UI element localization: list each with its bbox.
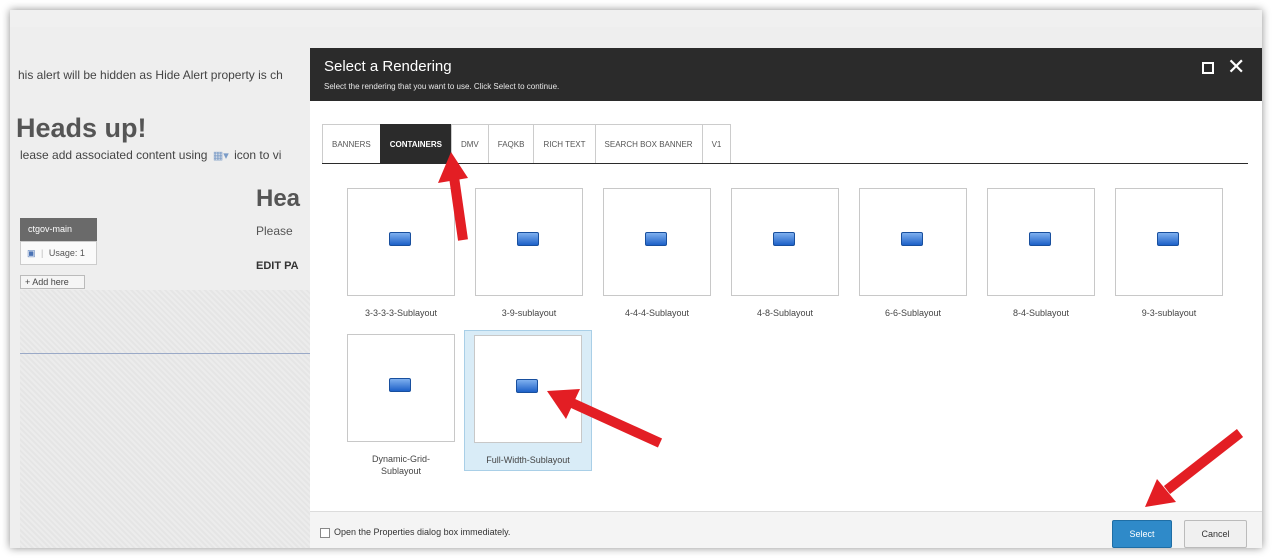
rendering-icon [516,379,538,393]
dialog-header: Select a Rendering Select the rendering … [310,48,1262,101]
rendering-thumbnail [475,188,583,296]
section-heading: Hea [256,185,301,212]
rendering-thumbnail [347,334,455,442]
edit-label: EDIT PA [256,260,299,272]
tab-banners[interactable]: BANNERS [322,124,380,164]
placeholder-divider [20,353,310,354]
placeholder-drop-area [20,290,310,548]
instruction-suffix: icon to vi [234,148,282,162]
rendering-icon [901,232,923,246]
rendering-icon [389,232,411,246]
rendering-thumbnail [347,188,455,296]
rendering-tile[interactable]: 3-3-3-3-Sublayout [343,188,459,319]
select-rendering-dialog: Select a Rendering Select the rendering … [310,48,1262,548]
rendering-icon [773,232,795,246]
tab-dmv[interactable]: DMV [450,124,488,164]
tab-containers[interactable]: CONTAINERS [379,124,451,164]
rendering-label: 6-6-Sublayout [884,308,942,318]
screenshot-frame: his alert will be hidden as Hide Alert p… [10,10,1262,548]
rendering-tile[interactable]: Dynamic-Grid-Sublayout [343,334,459,477]
dialog-subtitle: Select the rendering that you want to us… [324,82,560,91]
rendering-thumbnail [731,188,839,296]
instruction-prefix: lease add associated content using [20,148,208,162]
cancel-button[interactable]: Cancel [1184,520,1247,548]
rendering-icon [645,232,667,246]
rendering-label: 3-3-3-3-Sublayout [364,308,438,318]
rendering-tabs: BANNERS CONTAINERS DMV FAQKB RICH TEXT S… [322,124,732,164]
open-properties-label: Open the Properties dialog box immediate… [334,527,511,537]
rendering-label: 9-3-sublayout [1141,308,1197,318]
rendering-thumbnail [474,335,582,443]
tab-underline [322,163,1248,164]
rendering-tile[interactable]: 4-4-4-Sublayout [599,188,715,319]
rendering-tile[interactable]: 9-3-sublayout [1111,188,1227,319]
close-icon[interactable]: ✕ [1227,56,1245,78]
placeholder-chrome-toolbar: ▣ | Usage: 1 [20,241,97,265]
rendering-tile[interactable]: 4-8-Sublayout [727,188,843,319]
tab-rich-text[interactable]: RICH TEXT [533,124,595,164]
placeholder-chrome-title[interactable]: ctgov-main [20,218,97,241]
instruction-text: lease add associated content using ▦▾ ic… [20,148,281,162]
rendering-tile[interactable]: 6-6-Sublayout [855,188,971,319]
rendering-icon [1157,232,1179,246]
open-properties-checkbox[interactable] [320,528,330,538]
tab-search-box-banner[interactable]: SEARCH BOX BANNER [594,124,702,164]
maximize-icon[interactable] [1202,62,1214,74]
add-here-button[interactable]: + Add here [20,275,85,289]
rendering-icon [1029,232,1051,246]
rendering-thumbnail [859,188,967,296]
dialog-title: Select a Rendering [324,58,452,75]
section-instruction: Please [256,224,293,238]
dialog-footer: Open the Properties dialog box immediate… [310,511,1262,548]
alert-text: his alert will be hidden as Hide Alert p… [18,68,283,82]
rendering-label: 4-4-4-Sublayout [624,308,690,318]
dialog-body: BANNERS CONTAINERS DMV FAQKB RICH TEXT S… [310,101,1262,511]
placeholder-settings-icon[interactable]: ▣ [27,248,36,258]
tab-faqkb[interactable]: FAQKB [487,124,534,164]
page-heading: Heads up! [16,113,147,143]
add-component-icon: ▦▾ [212,150,229,162]
rendering-tile[interactable]: 3-9-sublayout [471,188,587,319]
rendering-tile-selected[interactable]: Full-Width-Sublayout [464,330,592,471]
rendering-label: 3-9-sublayout [501,308,557,318]
tab-v1[interactable]: V1 [701,124,732,164]
select-button[interactable]: Select [1112,520,1172,548]
rendering-thumbnail [987,188,1095,296]
rendering-icon [517,232,539,246]
rendering-label: Dynamic-Grid-Sublayout [371,454,430,476]
rendering-label: 8-4-Sublayout [1012,308,1070,318]
rendering-thumbnail [603,188,711,296]
usage-count: Usage: 1 [48,248,85,258]
rendering-thumbnail [1115,188,1223,296]
rendering-tile[interactable]: 8-4-Sublayout [983,188,1099,319]
rendering-icon [389,378,411,392]
rendering-label: 4-8-Sublayout [756,308,814,318]
rendering-label: Full-Width-Sublayout [486,455,570,465]
